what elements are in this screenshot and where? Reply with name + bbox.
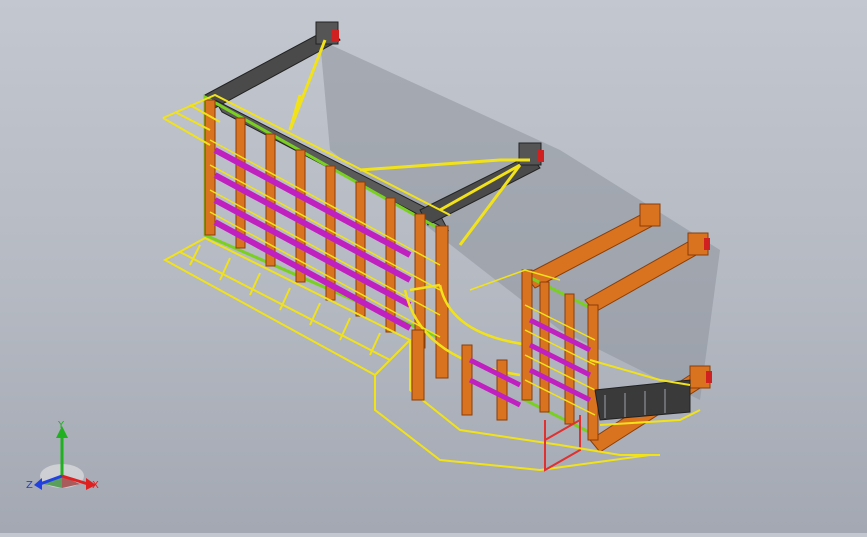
red-corner-members (544, 415, 581, 472)
z-axis-label: Z (26, 480, 33, 491)
y-axis-label: Y (57, 420, 65, 431)
x-axis-label: X (92, 480, 99, 491)
coordinate-triad: Y X Z (22, 418, 108, 498)
steel-structure-model[interactable] (0, 0, 867, 533)
cad-3d-viewport[interactable] (0, 0, 867, 533)
hopper-underside (594, 379, 691, 421)
triad-graphic: Y X Z (26, 420, 99, 491)
